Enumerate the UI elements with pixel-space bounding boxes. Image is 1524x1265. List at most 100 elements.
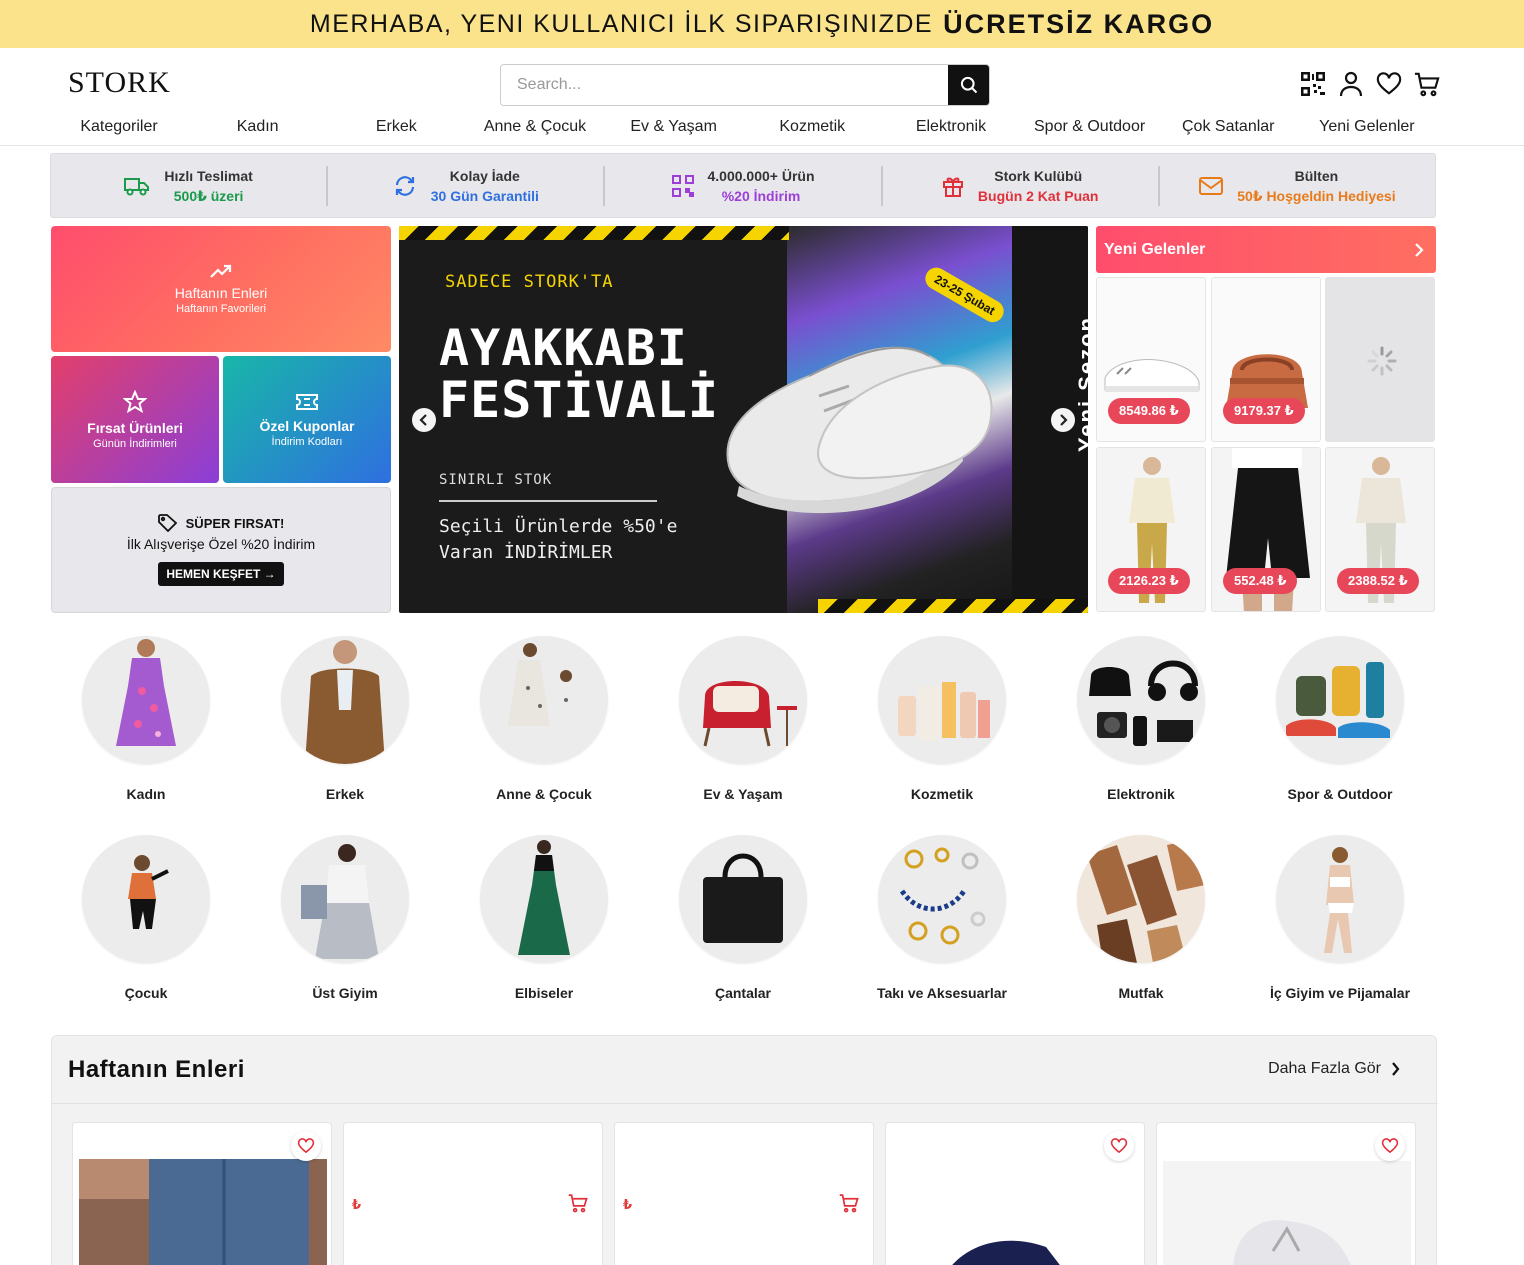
nav-item-kozmetik[interactable]: Kozmetik xyxy=(743,118,881,146)
search-icon xyxy=(960,76,977,94)
category-label: Erkek xyxy=(325,786,365,802)
product-card[interactable]: ₺ xyxy=(343,1122,603,1265)
product-image xyxy=(1163,1161,1411,1265)
banner-season: Yeni Sezon xyxy=(1074,316,1088,453)
new-arrival-card[interactable]: 9179.37 ₺ xyxy=(1211,277,1321,442)
feature-item[interactable]: Kolay İade 30 Gün Garantili xyxy=(328,165,606,206)
category-label: Çocuk xyxy=(124,985,168,1001)
heart-icon[interactable] xyxy=(1376,70,1402,98)
add-to-cart-button[interactable] xyxy=(568,1193,588,1218)
carousel-prev-button[interactable] xyxy=(412,408,436,432)
feature-sub: Bugün 2 Kat Puan xyxy=(977,187,1099,204)
feature-title: Kolay İade xyxy=(449,167,520,184)
category-label: Kozmetik xyxy=(910,786,974,802)
category-ev-yasam[interactable]: Ev & Yaşam xyxy=(643,636,843,802)
product-price: 8549.86 ₺ xyxy=(1108,398,1190,424)
category-anne-cocuk[interactable]: Anne & Çocuk xyxy=(444,636,644,802)
category-elektronik[interactable]: Elektronik xyxy=(1041,636,1241,802)
banner-description: Seçili Ürünlerde %50'e Varan İNDİRİMLER xyxy=(439,516,678,563)
qr-code-icon[interactable] xyxy=(1300,70,1326,98)
category-spor-outdoor[interactable]: Spor & Outdoor xyxy=(1240,636,1440,802)
feature-item[interactable]: Bülten 50₺ Hoşgeldin Hediyesi xyxy=(1160,166,1435,206)
nav-item-anne-cocuk[interactable]: Anne & Çocuk xyxy=(466,118,604,146)
new-arrival-card[interactable]: 552.48 ₺ xyxy=(1211,447,1321,612)
yeni-gelenler-title: Yeni Gelenler xyxy=(1104,240,1206,258)
category-cantalar[interactable]: Çantalar xyxy=(643,835,843,1001)
qr-icon xyxy=(671,174,694,197)
chevron-right-icon xyxy=(1392,1062,1400,1076)
daha-fazla-gor-link[interactable]: Daha Fazla Gör xyxy=(1268,1060,1400,1078)
new-arrival-card[interactable]: 8549.86 ₺ xyxy=(1096,277,1206,442)
haftanin-enleri-tile[interactable]: Haftanın Enleri Haftanın Favorileri xyxy=(51,226,391,352)
nav-item-cok-satanlar[interactable]: Çok Satanlar xyxy=(1159,118,1297,146)
feature-title: Bülten xyxy=(1294,167,1339,184)
category-image xyxy=(82,835,210,963)
nav-item-ev-yasam[interactable]: Ev & Yaşam xyxy=(605,118,743,146)
product-price: 552.48 ₺ xyxy=(1223,568,1298,594)
cart-icon[interactable] xyxy=(1414,70,1440,98)
category-image xyxy=(1276,636,1404,764)
category-image xyxy=(480,636,608,764)
product-image xyxy=(79,1159,327,1265)
new-arrival-card[interactable]: 2126.23 ₺ xyxy=(1096,447,1206,612)
carousel-next-button[interactable] xyxy=(1051,408,1075,432)
user-icon[interactable] xyxy=(1338,70,1364,98)
new-arrival-card[interactable] xyxy=(1325,277,1435,442)
add-to-cart-button[interactable] xyxy=(839,1193,859,1218)
feature-item[interactable]: Hızlı Teslimat 500₺ üzeri xyxy=(51,165,329,206)
search-button[interactable] xyxy=(948,65,989,105)
nav-item-erkek[interactable]: Erkek xyxy=(327,118,465,146)
announcement-text: MERHABA, YENI KULLANICI İLK SIPARIŞINIZD… xyxy=(309,9,934,38)
trending-icon xyxy=(210,264,232,278)
nav-item-spor-outdoor[interactable]: Spor & Outdoor xyxy=(1021,118,1159,146)
category-cocuk[interactable]: Çocuk xyxy=(46,835,246,1001)
hero-banner[interactable]: SADECE STORK'TA AYAKKABI FESTİVALİ SINIR… xyxy=(399,226,1088,613)
category-mutfak[interactable]: Mutfak xyxy=(1041,835,1241,1001)
search-input[interactable] xyxy=(501,65,948,105)
yeni-gelenler-header[interactable]: Yeni Gelenler xyxy=(1096,226,1436,273)
feature-item[interactable]: 4.000.000+ Ürün %20 İndirim xyxy=(605,165,883,206)
banner-kicker: SADECE STORK'TA xyxy=(445,272,614,292)
product-card[interactable]: ₺ xyxy=(614,1122,874,1265)
category-image xyxy=(878,835,1006,963)
category-erkek[interactable]: Erkek xyxy=(245,636,445,802)
product-image xyxy=(952,1240,1060,1265)
feature-item[interactable]: Stork Kulübü Bugün 2 Kat Puan xyxy=(883,165,1160,206)
favorite-button[interactable] xyxy=(1375,1131,1405,1161)
new-arrival-card[interactable]: 2388.52 ₺ xyxy=(1325,447,1435,612)
nav-item-yeni-gelenler[interactable]: Yeni Gelenler xyxy=(1298,118,1436,146)
favorite-button[interactable] xyxy=(1104,1131,1134,1161)
category-label: Takı ve Aksesuarlar xyxy=(877,985,1007,1001)
feature-sub: 500₺ üzeri xyxy=(173,187,244,204)
product-card[interactable] xyxy=(72,1122,332,1265)
category-ic-giyim-pijama[interactable]: İç Giyim ve Pijamalar xyxy=(1240,835,1440,1001)
section-title: Haftanın Enleri xyxy=(68,1056,245,1083)
heart-icon xyxy=(1110,1138,1128,1154)
nav-item-kadin[interactable]: Kadın xyxy=(189,118,327,146)
nav-divider xyxy=(0,145,1524,146)
chevron-left-icon xyxy=(419,414,427,426)
category-ust-giyim[interactable]: Üst Giyim xyxy=(245,835,445,1001)
tile-title: Haftanın Enleri xyxy=(174,285,268,301)
product-card[interactable] xyxy=(1156,1122,1416,1265)
category-label: İç Giyim ve Pijamalar xyxy=(1269,985,1411,1001)
super-firsat-tile: SÜPER FIRSAT! İlk Alışverişe Özel %20 İn… xyxy=(51,487,391,613)
category-label: Spor & Outdoor xyxy=(1287,786,1393,802)
ozel-kuponlar-tile[interactable]: Özel Kuponlar İndirim Kodları xyxy=(223,356,391,483)
site-logo[interactable]: STORK xyxy=(68,66,171,100)
category-elbiseler[interactable]: Elbiseler xyxy=(444,835,644,1001)
nav-item-kategoriler[interactable]: Kategoriler xyxy=(50,118,188,146)
feature-sub: %20 İndirim xyxy=(721,187,801,204)
category-image xyxy=(281,636,409,764)
category-taki-aksesuar[interactable]: Takı ve Aksesuarlar xyxy=(842,835,1042,1001)
firsat-urunleri-tile[interactable]: Fırsat Ürünleri Günün İndirimleri xyxy=(51,356,219,483)
nav-item-elektronik[interactable]: Elektronik xyxy=(882,118,1020,146)
category-kadin[interactable]: Kadın xyxy=(46,636,246,802)
tile-subtitle: İndirim Kodları xyxy=(271,435,343,448)
category-image xyxy=(679,636,807,764)
product-card[interactable] xyxy=(885,1122,1145,1265)
hemen-kesfet-button[interactable]: HEMEN KEŞFET → xyxy=(158,562,284,586)
cart-icon xyxy=(568,1194,588,1213)
category-kozmetik[interactable]: Kozmetik xyxy=(842,636,1042,802)
favorite-button[interactable] xyxy=(291,1131,321,1161)
